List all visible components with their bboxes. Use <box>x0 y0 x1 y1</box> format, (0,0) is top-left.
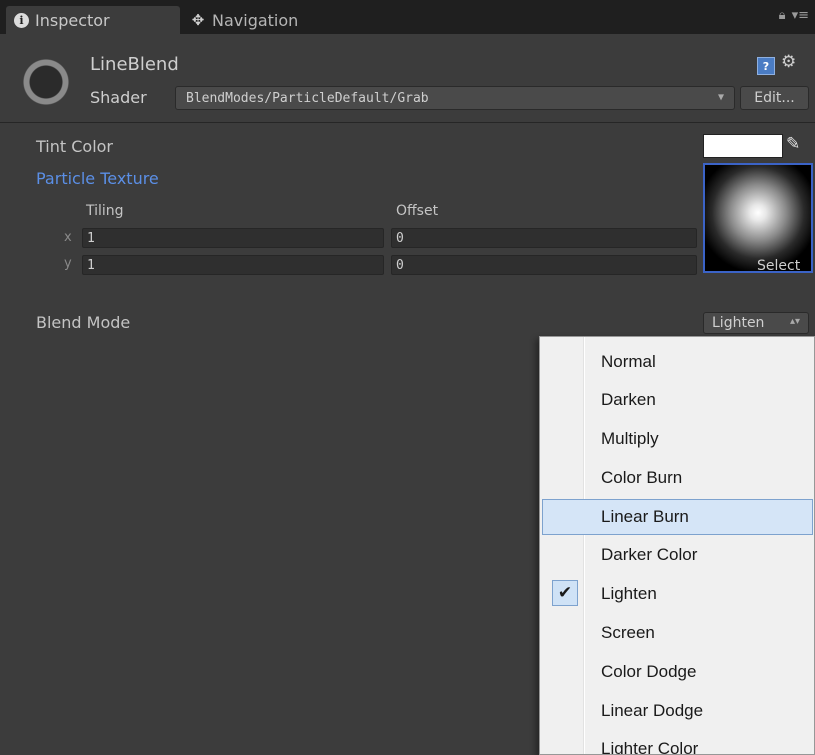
shader-dropdown[interactable]: BlendModes/ParticleDefault/Grab ▼ <box>175 86 735 110</box>
navigation-icon: ✥ <box>191 11 205 29</box>
eyedropper-icon[interactable]: ✎ <box>786 134 800 154</box>
info-icon: i <box>14 12 29 28</box>
blend-mode-label: Blend Mode <box>36 313 131 332</box>
menu-item-label: Color Burn <box>601 468 683 487</box>
tab-navigation-label: Navigation <box>212 10 299 30</box>
material-name: LineBlend <box>90 54 179 75</box>
menu-item-label: Multiply <box>601 429 659 448</box>
offset-x-field[interactable]: 0 <box>391 228 697 248</box>
menu-item-linear-dodge[interactable]: Linear Dodge <box>542 693 813 729</box>
menu-item-color-dodge[interactable]: Color Dodge <box>542 654 813 690</box>
chevron-down-icon: ▼ <box>717 92 724 103</box>
menu-item-label: Linear Burn <box>601 507 689 526</box>
menu-item-label: Darker Color <box>601 545 698 564</box>
offset-y-field[interactable]: 0 <box>391 255 697 275</box>
menu-item-lighter-color[interactable]: Lighter Color <box>542 731 813 755</box>
shader-label: Shader <box>90 88 147 107</box>
checkmark-icon: ✔ <box>552 580 578 606</box>
menu-item-label: Color Dodge <box>601 662 697 681</box>
menu-item-normal[interactable]: Normal <box>542 344 813 380</box>
tab-inspector-label: Inspector <box>35 10 110 30</box>
menu-item-darker-color[interactable]: Darker Color <box>542 537 813 573</box>
tabbar-controls: 🔒︎ ▾≡ <box>779 8 809 23</box>
y-axis-label: y <box>64 256 72 271</box>
tab-inspector[interactable]: i Inspector <box>6 6 180 34</box>
menu-item-darken[interactable]: Darken <box>542 382 813 418</box>
menu-item-label: Normal <box>601 352 656 371</box>
menu-item-label: Lighten <box>601 584 657 603</box>
material-preview-icon <box>20 57 72 107</box>
help-icon[interactable]: ? <box>757 57 775 75</box>
menu-item-multiply[interactable]: Multiply <box>542 421 813 457</box>
gear-icon[interactable]: ⚙ <box>781 52 796 72</box>
menu-item-label: Linear Dodge <box>601 701 704 720</box>
menu-item-screen[interactable]: Screen <box>542 615 813 651</box>
updown-arrows-icon: ▴▾ <box>789 316 800 327</box>
blend-mode-dropdown[interactable]: Lighten ▴▾ <box>703 312 809 334</box>
shader-value: BlendModes/ParticleDefault/Grab <box>186 90 429 106</box>
menu-item-color-burn[interactable]: Color Burn <box>542 460 813 496</box>
lock-icon[interactable]: 🔒︎ <box>779 8 786 23</box>
tiling-x-field[interactable]: 1 <box>82 228 384 248</box>
blend-mode-menu: Normal Darken Multiply Color Burn Linear… <box>539 336 815 755</box>
menu-item-label: Lighter Color <box>601 739 699 755</box>
tint-color-swatch[interactable] <box>703 134 783 158</box>
menu-item-label: Screen <box>601 623 655 642</box>
menu-item-linear-burn[interactable]: Linear Burn <box>542 499 813 535</box>
menu-item-label: Darken <box>601 390 656 409</box>
edit-shader-button[interactable]: Edit... <box>740 86 809 110</box>
blend-mode-value: Lighten <box>712 315 765 331</box>
tab-navigation[interactable]: ✥ Navigation <box>182 6 342 34</box>
offset-label: Offset <box>396 203 439 219</box>
tiling-label: Tiling <box>86 203 124 219</box>
texture-preview[interactable] <box>703 163 813 273</box>
x-axis-label: x <box>64 230 72 245</box>
tiling-y-field[interactable]: 1 <box>82 255 384 275</box>
menu-icon[interactable]: ▾≡ <box>792 8 809 23</box>
menu-item-lighten[interactable]: ✔ Lighten <box>542 576 813 612</box>
particle-texture-label: Particle Texture <box>36 169 159 188</box>
tint-color-label: Tint Color <box>36 137 113 156</box>
texture-select-button[interactable]: Select <box>757 258 800 274</box>
